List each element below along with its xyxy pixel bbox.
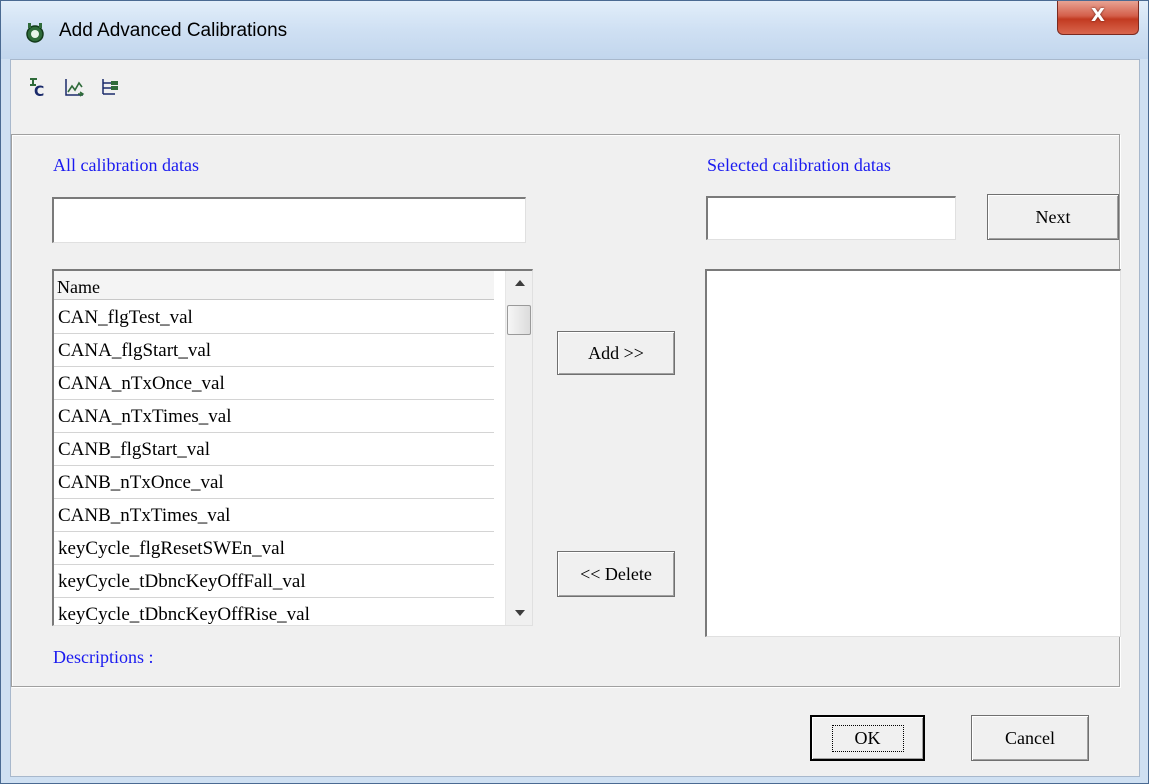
list-item[interactable]: CANB_flgStart_val [54,433,494,466]
cancel-button-label: Cancel [1005,727,1055,748]
ok-button-label: OK [831,724,904,752]
list-vertical-scrollbar[interactable] [505,271,532,625]
chart-button[interactable] [61,74,87,100]
delete-button[interactable]: << Delete [557,551,675,597]
cancel-button[interactable]: Cancel [971,715,1089,761]
calibration-groupbox: All calibration datas Name CAN_flgTest_v… [11,134,1121,687]
next-button[interactable]: Next [987,194,1119,240]
ok-button[interactable]: OK [810,715,925,761]
close-button[interactable]: X [1057,1,1139,35]
list-item[interactable]: keyCycle_flgResetSWEn_val [54,532,494,565]
svg-text:C: C [34,84,44,98]
tree-button[interactable] [97,74,123,100]
scroll-down-button[interactable] [506,601,532,625]
all-calibrations-label: All calibration datas [53,155,199,175]
list-item[interactable]: CANA_flgStart_val [54,334,494,367]
dialog-client-area: C All calibration datas Name CAN_flgTest… [10,59,1140,777]
tree-icon [102,79,118,95]
list-item[interactable]: CANA_nTxOnce_val [54,367,494,400]
all-calibrations-list[interactable]: Name CAN_flgTest_val CANA_flgStart_val C… [52,269,533,626]
scroll-up-button[interactable] [506,271,532,295]
list-column-header-name[interactable]: Name [54,271,494,300]
arrow-up-icon [514,280,525,286]
all-calibrations-search-input[interactable] [52,197,526,243]
calibration-icon: C [30,78,44,98]
delete-button-label: << Delete [580,563,652,584]
chart-icon [65,79,85,97]
selected-calibrations-list[interactable] [705,269,1121,637]
window-title: Add Advanced Calibrations [59,20,288,41]
scroll-thumb[interactable] [507,305,531,335]
add-button-label: Add >> [588,342,644,363]
list-item[interactable]: CAN_flgTest_val [54,301,494,334]
app-icon [26,23,44,43]
calibration-button[interactable]: C [25,74,51,100]
list-item[interactable]: keyCycle_tDbncKeyOffFall_val [54,565,494,598]
title-bar[interactable]: Add Advanced Calibrations X [1,1,1148,59]
list-item[interactable]: CANB_nTxTimes_val [54,499,494,532]
list-rows: CAN_flgTest_val CANA_flgStart_val CANA_n… [54,301,494,625]
toolbar: C [25,74,123,100]
list-item[interactable]: CANA_nTxTimes_val [54,400,494,433]
descriptions-label: Descriptions : [53,647,154,667]
close-icon: X [1091,5,1105,26]
selected-calibrations-search-input[interactable] [706,196,956,240]
selected-calibrations-label: Selected calibration datas [707,155,891,175]
add-button[interactable]: Add >> [557,331,675,375]
list-item[interactable]: CANB_nTxOnce_val [54,466,494,499]
list-item[interactable]: keyCycle_tDbncKeyOffRise_val [54,598,494,625]
dialog-window: Add Advanced Calibrations X C All calibr… [0,0,1149,784]
arrow-down-icon [514,610,525,616]
next-button-label: Next [1035,206,1071,227]
